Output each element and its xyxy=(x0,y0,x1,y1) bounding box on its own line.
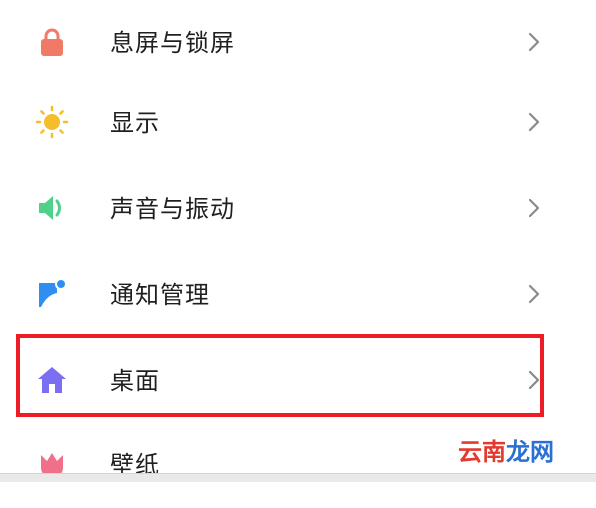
settings-item-desktop[interactable]: 桌面 xyxy=(0,338,596,424)
settings-item-lock-screen[interactable]: 息屏与锁屏 xyxy=(0,0,596,86)
chevron-right-icon xyxy=(528,112,540,132)
settings-item-sound-vibration[interactable]: 声音与振动 xyxy=(0,166,596,252)
chevron-right-icon xyxy=(528,198,540,218)
settings-item-label: 息屏与锁屏 xyxy=(110,29,235,57)
home-icon xyxy=(34,362,70,398)
chevron-right-icon xyxy=(528,370,540,390)
site-watermark: 云南龙网 xyxy=(458,437,554,466)
lock-icon xyxy=(34,24,70,60)
settings-item-label: 壁纸 xyxy=(110,451,160,479)
settings-item-notifications[interactable]: 通知管理 xyxy=(0,252,596,338)
settings-item-display[interactable]: 显示 xyxy=(0,80,596,166)
notification-flag-icon xyxy=(34,276,70,312)
speaker-icon xyxy=(34,190,70,226)
settings-item-label: 显示 xyxy=(110,109,160,137)
chevron-right-icon xyxy=(528,32,540,52)
settings-item-label: 声音与振动 xyxy=(110,195,235,223)
sun-icon xyxy=(34,104,70,140)
settings-item-label: 桌面 xyxy=(110,367,160,395)
chevron-right-icon xyxy=(528,284,540,304)
settings-list: 息屏与锁屏 显示 声音与振动 通知管理 桌面 壁纸 云南龙网 xyxy=(0,0,596,482)
settings-item-label: 通知管理 xyxy=(110,281,210,309)
